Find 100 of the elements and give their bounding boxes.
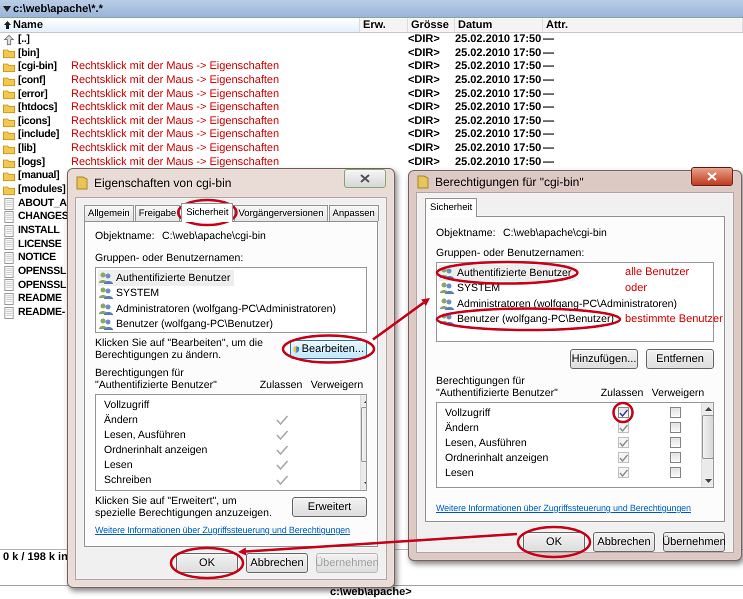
date-cell: 25.02.2010 17:50: [455, 142, 542, 154]
list-item[interactable]: Authentifizierte Benutzer: [98, 270, 234, 286]
help-link[interactable]: Weitere Informationen über Zugriffssteuerung und Berechtigungen: [95, 524, 350, 536]
help-link[interactable]: Weitere Informationen über Zugriffssteuerung und Berechtigungen: [436, 502, 691, 514]
button[interactable]: Übernehmen: [663, 532, 725, 552]
column-header[interactable]: Grösse: [408, 18, 455, 32]
date-cell: 25.02.2010 17:50: [455, 128, 542, 140]
permission-name: Schreiben: [104, 474, 152, 486]
file-name[interactable]: [icons]: [18, 114, 66, 128]
file-name[interactable]: [modules]: [18, 183, 66, 197]
checkbox[interactable]: [670, 437, 680, 448]
column-header: Verweigern: [310, 379, 364, 391]
users-icon: [439, 296, 455, 311]
button[interactable]: Abbrechen: [593, 532, 655, 552]
tab[interactable]: Freigabe: [134, 205, 180, 221]
close-button[interactable]: [344, 168, 386, 188]
users-icon: [439, 266, 455, 280]
file-name[interactable]: NOTICE: [18, 251, 66, 265]
column-header: Zulassen: [258, 379, 304, 391]
folder-icon: [417, 174, 429, 188]
file-name[interactable]: OPENSSL: [18, 278, 66, 292]
checkbox[interactable]: [670, 407, 680, 418]
checkbox[interactable]: [670, 422, 680, 433]
file-name[interactable]: [htdocs]: [18, 101, 66, 115]
annotation-text: bestimmte Benutzer: [625, 312, 723, 324]
document-icon: [3, 252, 15, 264]
annotation-text: Rechtsklick mit der Maus -> Eigenschaften: [71, 88, 280, 102]
file-name[interactable]: [error]: [18, 88, 66, 102]
file-name[interactable]: [manual]: [18, 169, 66, 184]
users-icon: [439, 312, 455, 326]
file-name[interactable]: [bin]: [18, 46, 66, 60]
folder-icon: [3, 170, 15, 182]
column-header[interactable]: Erw.: [360, 18, 408, 32]
file-name[interactable]: README: [18, 292, 66, 306]
scroll-thumb[interactable]: [702, 415, 713, 459]
file-name[interactable]: CHANGES: [18, 210, 68, 224]
column-header[interactable]: Name: [0, 18, 360, 32]
document-icon: [3, 198, 15, 210]
file-name[interactable]: [lib]: [18, 142, 66, 156]
button[interactable]: Abbrechen: [246, 553, 308, 573]
file-name[interactable]: [conf]: [18, 74, 66, 88]
tab[interactable]: Anpassen: [328, 205, 379, 221]
button[interactable]: Entfernen: [646, 349, 714, 369]
file-name[interactable]: [cgi-bin]: [18, 60, 66, 74]
edit-button[interactable]: Bearbeiten...: [290, 340, 367, 358]
column-header: Zulassen: [600, 387, 644, 399]
attribute-cell: —: [543, 88, 554, 100]
list-item[interactable]: SYSTEM: [439, 280, 504, 296]
list-item[interactable]: Administratoren (wolfgang-PC\Administratoren): [439, 296, 682, 312]
users-icon: [98, 270, 114, 285]
checkbox[interactable]: [670, 452, 680, 463]
window-title: Berechtigungen für "cgi-bin": [435, 174, 585, 188]
file-name[interactable]: [include]: [18, 128, 66, 142]
dropdown-icon: [3, 6, 11, 12]
tab[interactable]: Allgemein: [84, 205, 134, 221]
list-item[interactable]: Administratoren (wolfgang-PC\Administratoren): [98, 301, 340, 316]
users-icon: [439, 281, 455, 296]
list-item[interactable]: Benutzer (wolfgang-PC\Benutzer): [439, 312, 618, 327]
section-label: Berechtigungen für "Authentifizierte Benutzer": [436, 375, 559, 399]
hint-text: Klicken Sie auf "Erweitert", um spezielle Berechtigungen anzuzeigen.: [95, 495, 273, 519]
scrollbar[interactable]: [701, 403, 713, 487]
size-cell: <DIR>: [408, 74, 440, 86]
file-name[interactable]: [logs]: [18, 156, 66, 170]
up-arrow-icon: [3, 34, 15, 46]
document-icon: [3, 279, 15, 292]
folder-icon: [3, 47, 15, 60]
date-cell: 25.02.2010 17:50: [455, 33, 542, 45]
file-name[interactable]: README-: [18, 306, 66, 320]
list-item[interactable]: Benutzer (wolfgang-PC\Benutzer): [98, 316, 277, 332]
permission-name: Ändern: [445, 422, 480, 434]
file-name[interactable]: [..]: [18, 33, 66, 47]
annotation-text: Rechtsklick mit der Maus -> Eigenschaften: [71, 101, 280, 115]
column-header[interactable]: Datum: [455, 18, 543, 32]
annotation-text: Rechtsklick mit der Maus -> Eigenschaften: [71, 74, 280, 88]
tab[interactable]: Vorgängerversionen: [234, 205, 328, 221]
tab[interactable]: Sicherheit: [425, 198, 478, 217]
window-title: Eigenschaften von cgi-bin: [94, 176, 232, 190]
file-name[interactable]: ABOUT_A: [18, 196, 67, 210]
tab[interactable]: Sicherheit: [181, 203, 234, 222]
section-label: Berechtigungen für "Authentifizierte Benutzer": [95, 367, 218, 391]
list-item[interactable]: SYSTEM: [98, 286, 164, 301]
date-cell: 25.02.2010 17:50: [455, 156, 542, 168]
button[interactable]: OK: [176, 553, 238, 573]
checkbox[interactable]: [670, 467, 680, 478]
checkbox[interactable]: [618, 407, 628, 418]
column-header[interactable]: Attr.: [543, 18, 743, 32]
document-icon: [3, 306, 15, 319]
file-name[interactable]: INSTALL: [18, 224, 66, 238]
highlight-ellipse: [612, 402, 634, 424]
status-text: 0 k / 198 k in: [3, 551, 68, 563]
close-button[interactable]: [691, 167, 733, 186]
button[interactable]: Erweitert: [292, 497, 367, 517]
document-icon: [3, 238, 15, 250]
arrow: [372, 298, 430, 341]
permission-name: Lesen, Ausführen: [104, 428, 187, 440]
file-name[interactable]: OPENSSL: [18, 264, 66, 279]
button[interactable]: OK: [523, 532, 585, 552]
folder-icon: [3, 102, 15, 114]
file-name[interactable]: LICENSE: [18, 238, 66, 252]
button[interactable]: Hinzufügen...: [570, 349, 638, 369]
